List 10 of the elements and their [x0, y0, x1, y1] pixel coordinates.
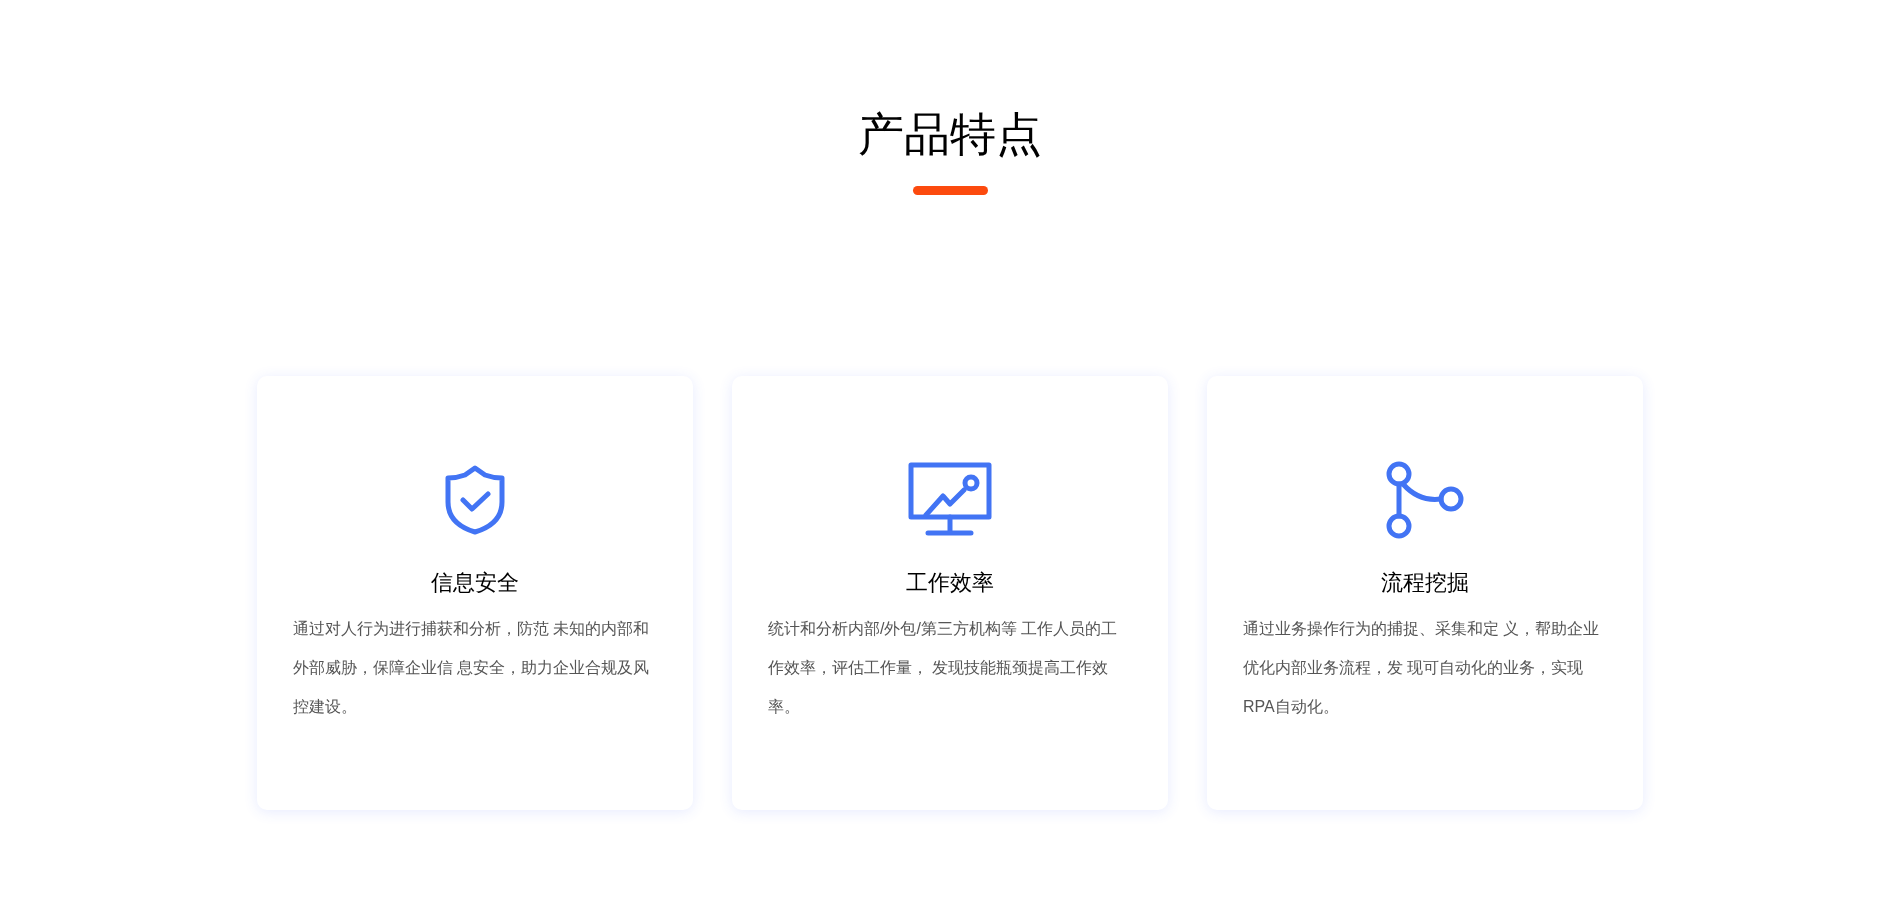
feature-description: 通过对人行为进行捕获和分析，防范 未知的内部和外部威胁，保障企业信 息安全，助力企业合规及风控建设。 [293, 619, 651, 717]
feature-title: 工作效率 [906, 569, 994, 597]
feature-title: 信息安全 [431, 569, 519, 597]
feature-description: 通过业务操作行为的捕捉、采集和定 义，帮助企业优化内部业务流程，发 现可自动化的业务，实现RPA自动化。 [1243, 619, 1601, 717]
branch-nodes-icon [1385, 460, 1465, 540]
chart-monitor-icon [908, 462, 992, 538]
shield-check-icon [443, 464, 507, 536]
feature-description: 统计和分析内部/外包/第三方机构等 工作人员的工作效率，评估工作量， 发现技能瓶颈提高工作效率。 [768, 619, 1119, 717]
feature-title: 流程挖掘 [1381, 569, 1469, 597]
section-title: 产品特点 [858, 107, 1042, 162]
